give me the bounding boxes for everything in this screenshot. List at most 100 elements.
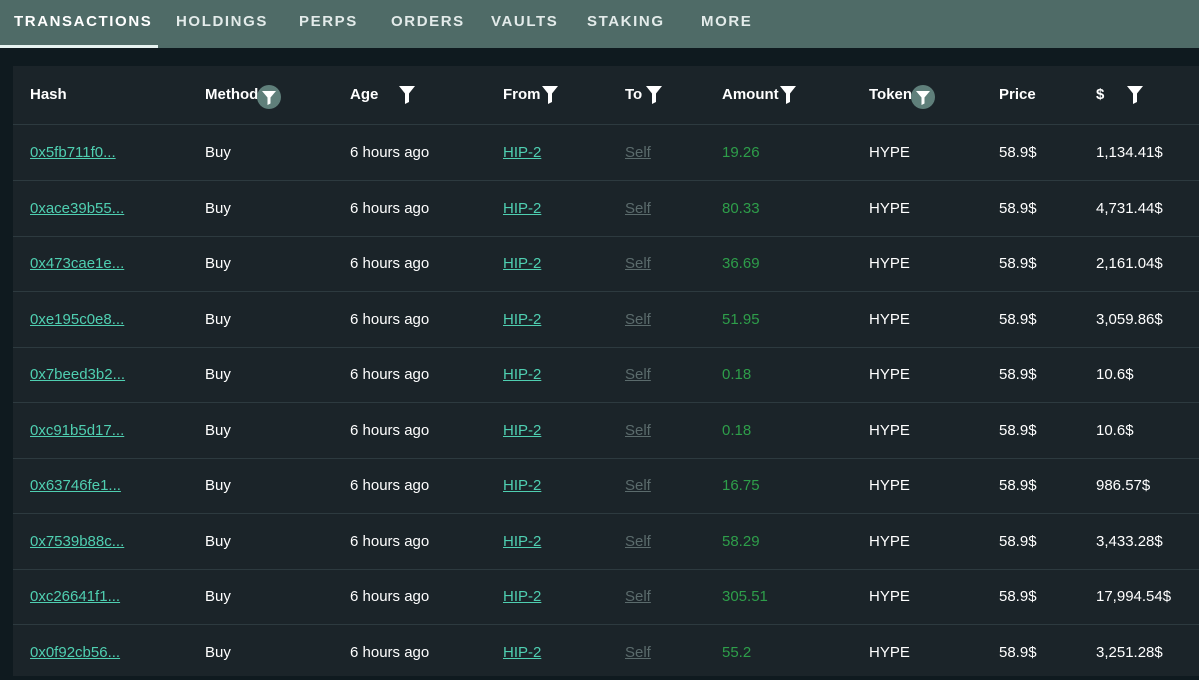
price-cell: 58.9$	[999, 144, 1037, 161]
from-link[interactable]: HIP-2	[503, 125, 541, 180]
amount-cell: 0.18	[722, 421, 752, 439]
usd-value-cell: 10.6$	[1096, 366, 1134, 383]
usd-value-cell: 2,161.04$	[1096, 255, 1163, 272]
to-link[interactable]: Self	[625, 347, 651, 402]
token-cell: HYPE	[869, 255, 910, 272]
amount-cell: 16.75	[722, 477, 760, 494]
tab-orders[interactable]: ORDERS	[391, 0, 465, 46]
from-link[interactable]: HIP-2	[503, 181, 541, 236]
filter-icon[interactable]	[1126, 85, 1144, 105]
method-cell: Buy	[205, 588, 231, 605]
token-cell: HYPE	[869, 366, 910, 383]
price-cell: 58.9$	[999, 255, 1037, 272]
from-link[interactable]: HIP-2	[503, 625, 541, 680]
price-cell: 58.9$	[999, 588, 1037, 605]
table-row: 0x473cae1e... Buy 6 hours ago HIP-2 Self…	[13, 236, 1199, 292]
filter-circle-icon[interactable]	[257, 85, 281, 109]
transactions-table: Hash Method Age From To Amount Token Pri…	[13, 66, 1199, 676]
usd-value-cell: 10.6$	[1096, 421, 1134, 439]
method-cell: Buy	[205, 643, 231, 661]
token-cell: HYPE	[869, 643, 910, 661]
column-header-usd: $	[1096, 86, 1105, 103]
hash-link[interactable]: 0x7beed3b2...	[30, 347, 125, 402]
method-cell: Buy	[205, 144, 231, 161]
age-cell: 6 hours ago	[350, 310, 430, 328]
method-cell: Buy	[205, 421, 231, 439]
hash-link[interactable]: 0xc26641f1...	[30, 569, 120, 624]
to-link[interactable]: Self	[625, 125, 651, 180]
tab-vaults[interactable]: VAULTS	[491, 0, 558, 46]
from-link[interactable]: HIP-2	[503, 403, 541, 458]
token-cell: HYPE	[869, 588, 910, 605]
to-link[interactable]: Self	[625, 181, 651, 236]
token-cell: HYPE	[869, 532, 910, 550]
price-cell: 58.9$	[999, 421, 1037, 439]
method-cell: Buy	[205, 255, 231, 272]
age-cell: 6 hours ago	[350, 421, 430, 439]
filter-icon[interactable]	[541, 85, 559, 105]
from-link[interactable]: HIP-2	[503, 514, 541, 569]
table-row: 0x7539b88c... Buy 6 hours ago HIP-2 Self…	[13, 514, 1199, 570]
hash-link[interactable]: 0xace39b55...	[30, 181, 124, 236]
table-row: 0xe195c0e8... Buy 6 hours ago HIP-2 Self…	[13, 292, 1199, 348]
filter-icon[interactable]	[645, 85, 663, 105]
tab-holdings[interactable]: HOLDINGS	[176, 0, 268, 46]
hash-link[interactable]: 0x0f92cb56...	[30, 625, 120, 680]
tab-staking[interactable]: STAKING	[587, 0, 665, 46]
amount-cell: 305.51	[722, 588, 768, 605]
filter-icon[interactable]	[779, 85, 797, 105]
price-cell: 58.9$	[999, 310, 1037, 328]
price-cell: 58.9$	[999, 366, 1037, 383]
method-cell: Buy	[205, 366, 231, 383]
usd-value-cell: 3,433.28$	[1096, 532, 1163, 550]
tab-more[interactable]: MORE	[701, 0, 752, 46]
amount-cell: 0.18	[722, 366, 752, 383]
from-link[interactable]: HIP-2	[503, 458, 541, 513]
hash-link[interactable]: 0xc91b5d17...	[30, 403, 124, 458]
to-link[interactable]: Self	[625, 514, 651, 569]
token-cell: HYPE	[869, 421, 910, 439]
from-link[interactable]: HIP-2	[503, 292, 541, 347]
to-link[interactable]: Self	[625, 458, 651, 513]
column-header-from: From	[503, 86, 541, 103]
price-cell: 58.9$	[999, 643, 1037, 661]
hash-link[interactable]: 0x5fb711f0...	[30, 125, 116, 180]
age-cell: 6 hours ago	[350, 366, 430, 383]
tab-bar: TRANSACTIONS HOLDINGS PERPS ORDERS VAULT…	[0, 0, 1199, 48]
from-link[interactable]: HIP-2	[503, 236, 541, 291]
to-link[interactable]: Self	[625, 292, 651, 347]
filter-icon[interactable]	[398, 85, 416, 105]
to-link[interactable]: Self	[625, 569, 651, 624]
method-cell: Buy	[205, 310, 231, 328]
column-header-to: To	[625, 86, 643, 103]
to-link[interactable]: Self	[625, 625, 651, 680]
hash-link[interactable]: 0xe195c0e8...	[30, 292, 124, 347]
tab-perps[interactable]: PERPS	[299, 0, 358, 46]
column-header-age: Age	[350, 86, 379, 103]
hash-link[interactable]: 0x7539b88c...	[30, 514, 124, 569]
tab-transactions[interactable]: TRANSACTIONS	[14, 0, 152, 46]
age-cell: 6 hours ago	[350, 532, 430, 550]
method-cell: Buy	[205, 199, 231, 217]
table-row: 0x5fb711f0... Buy 6 hours ago HIP-2 Self…	[13, 125, 1199, 181]
filter-circle-icon[interactable]	[911, 85, 935, 109]
table-row: 0xace39b55... Buy 6 hours ago HIP-2 Self…	[13, 181, 1199, 237]
hash-link[interactable]: 0x473cae1e...	[30, 236, 124, 291]
price-cell: 58.9$	[999, 477, 1037, 494]
table-row: 0x63746fe1... Buy 6 hours ago HIP-2 Self…	[13, 458, 1199, 514]
table-row: 0xc91b5d17... Buy 6 hours ago HIP-2 Self…	[13, 403, 1199, 459]
from-link[interactable]: HIP-2	[503, 569, 541, 624]
age-cell: 6 hours ago	[350, 588, 430, 605]
from-link[interactable]: HIP-2	[503, 347, 541, 402]
column-header-amount: Amount	[722, 86, 779, 103]
hash-link[interactable]: 0x63746fe1...	[30, 458, 121, 513]
token-cell: HYPE	[869, 144, 910, 161]
age-cell: 6 hours ago	[350, 255, 430, 272]
to-link[interactable]: Self	[625, 236, 651, 291]
token-cell: HYPE	[869, 310, 910, 328]
column-header-price: Price	[999, 86, 1036, 103]
column-header-method: Method	[205, 86, 259, 103]
usd-value-cell: 986.57$	[1096, 477, 1151, 494]
token-cell: HYPE	[869, 477, 910, 494]
to-link[interactable]: Self	[625, 403, 651, 458]
